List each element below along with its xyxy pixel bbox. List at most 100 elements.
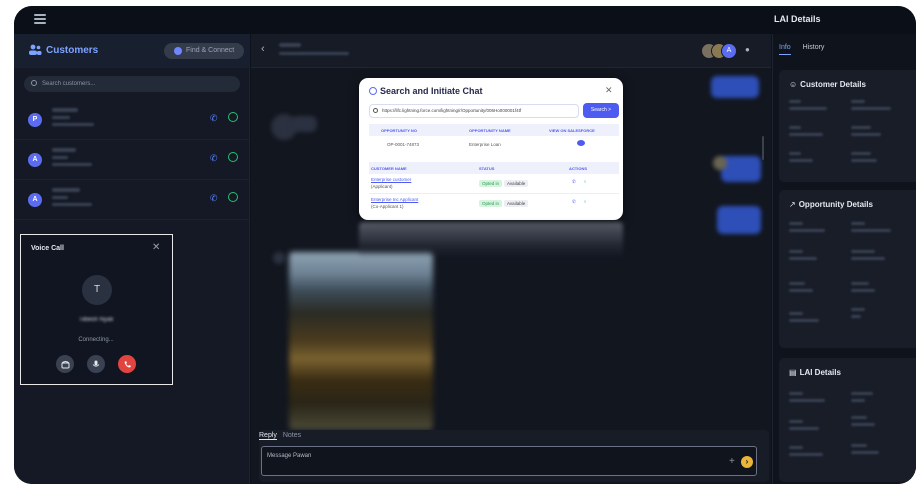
column-header: ACTIONS (569, 166, 587, 171)
details-tabs: Info History (779, 44, 834, 55)
salesforce-cloud-icon[interactable] (577, 140, 585, 146)
find-connect-button[interactable]: Find & Connect (164, 43, 244, 59)
chat-icon (174, 47, 182, 55)
caller-avatar: T (82, 275, 112, 305)
modal-reflection (359, 222, 623, 258)
top-bar: LAI Details (14, 6, 916, 34)
dialpad-button[interactable] (56, 355, 74, 373)
column-header: OPPORTUNITY NAME (469, 128, 511, 133)
whatsapp-icon[interactable] (228, 112, 238, 122)
attach-icon[interactable]: + (729, 456, 735, 467)
reply-box: Reply Notes Message Pawan + › (259, 430, 769, 482)
card-title-text: LAI Details (799, 368, 841, 377)
phone-icon[interactable]: ✆ (572, 199, 576, 204)
card-title: ↗ Opportunity Details (789, 200, 873, 209)
modal-title: Search and Initiate Chat (369, 86, 483, 96)
voice-call-title: Voice Call (31, 245, 64, 252)
list-item[interactable]: A ✆ (14, 140, 250, 180)
chat-icon (369, 87, 377, 95)
url-search-input[interactable]: https://lifc.lightning.force.com/lightni… (369, 104, 579, 118)
customer-details-card: ☺ Customer Details (779, 70, 916, 182)
customer-link[interactable]: Enterprise customer (371, 177, 411, 182)
card-title: ☺ Customer Details (789, 80, 866, 89)
tab-notes[interactable]: Notes (283, 432, 301, 439)
opportunity-number: OP-0001-74873 (387, 142, 420, 147)
opportunity-name: Enterprise Loan (469, 142, 501, 147)
customer-role: (Co-Applicant 1) (371, 204, 404, 209)
list-item[interactable]: P ✆ (14, 100, 250, 140)
sidebar-header: Customers Find & Connect (14, 34, 250, 68)
avatar: A (28, 193, 42, 207)
availability-badge: Available (504, 180, 529, 187)
app-window: LAI Details Customers Find & Connect Sea… (14, 6, 916, 484)
call-status: Connecting... (78, 337, 114, 343)
message-placeholder: Message Pawan (267, 453, 312, 459)
tab-reply[interactable]: Reply (259, 432, 277, 440)
avatar: A (721, 43, 737, 59)
message-input[interactable]: Message Pawan (261, 446, 757, 476)
document-icon: ▤ (789, 368, 797, 377)
mute-button[interactable] (87, 355, 105, 373)
table-row: Enterprise Inc Applicant (Co-Applicant 1… (369, 194, 619, 214)
search-chat-modal: Search and Initiate Chat ✕ https://lifc.… (359, 78, 623, 220)
status-badge: Opted in (479, 200, 503, 207)
column-header: VIEW ON SALESFORCE (549, 128, 595, 133)
shared-image[interactable] (289, 252, 433, 430)
whatsapp-icon[interactable] (228, 152, 238, 162)
customer-search-placeholder: Search customers... (42, 81, 96, 87)
send-button[interactable]: › (741, 456, 753, 468)
column-header: CUSTOMER NAME (371, 166, 407, 171)
end-call-button[interactable] (118, 355, 136, 373)
whatsapp-icon[interactable] (228, 192, 238, 202)
opportunity-table: OPPORTUNITY NO OPPORTUNITY NAME VIEW ON … (369, 124, 619, 154)
phone-icon[interactable]: ✆ (572, 179, 576, 184)
tab-info[interactable]: Info (779, 44, 791, 55)
sidebar-title: Customers (46, 45, 99, 56)
card-title-text: Opportunity Details (798, 200, 873, 209)
phone-icon[interactable]: ✆ (210, 193, 220, 203)
lai-details-card: ▤ LAI Details (779, 358, 916, 482)
search-icon (31, 80, 37, 86)
caller-name: Tilbesh Nyati (78, 317, 114, 323)
right-panel-title: LAI Details (774, 14, 821, 24)
people-icon (29, 44, 42, 55)
table-header: CUSTOMER NAME STATUS ACTIONS (369, 162, 619, 174)
modal-title-text: Search and Initiate Chat (380, 86, 483, 96)
customer-table: CUSTOMER NAME STATUS ACTIONS Enterprise … (369, 162, 619, 214)
table-row: OP-0001-74873 Enterprise Loan (369, 136, 619, 154)
microphone-icon (92, 360, 100, 367)
find-connect-label: Find & Connect (186, 47, 235, 54)
list-item[interactable]: A ✆ (14, 180, 250, 220)
column-header: STATUS (479, 166, 495, 171)
add-participant-icon[interactable]: ● (745, 45, 757, 57)
phone-icon[interactable]: ✆ (210, 153, 220, 163)
close-icon[interactable]: ✕ (605, 85, 613, 96)
dialpad-icon (61, 360, 69, 368)
hang-up-icon (124, 360, 131, 367)
customer-link[interactable]: Enterprise Inc Applicant (371, 197, 418, 202)
search-button[interactable]: Search > (583, 103, 619, 118)
opportunity-details-card: ↗ Opportunity Details (779, 190, 916, 348)
avatar: P (28, 113, 42, 127)
whatsapp-icon[interactable]: ○ (584, 199, 587, 204)
customer-role: (Applicant) (371, 184, 393, 189)
menu-icon[interactable] (34, 14, 46, 24)
phone-icon[interactable]: ✆ (210, 113, 220, 123)
reply-tabs: Reply Notes (259, 432, 305, 440)
tab-history[interactable]: History (803, 44, 825, 51)
url-value: https://lifc.lightning.force.com/lightni… (382, 108, 522, 113)
back-icon[interactable]: ‹ (261, 43, 265, 55)
customer-search-input[interactable]: Search customers... (24, 76, 240, 92)
avatar: A (28, 153, 42, 167)
panel-resize-handle[interactable] (762, 136, 764, 160)
close-icon[interactable]: ✕ (152, 242, 160, 253)
participant-avatars: A ● (701, 43, 771, 59)
trend-icon: ↗ (789, 200, 796, 209)
table-row: Enterprise customer (Applicant) Opted in… (369, 174, 619, 194)
availability-badge: Available (504, 200, 529, 207)
voice-call-panel: Voice Call ✕ T Tilbesh Nyati Connecting.… (20, 234, 173, 385)
details-panel: Info History ☺ Customer Details ↗ Opportun… (772, 34, 916, 484)
card-title: ▤ LAI Details (789, 368, 841, 377)
status-badge: Opted in (479, 180, 503, 187)
whatsapp-icon[interactable]: ○ (584, 179, 587, 184)
